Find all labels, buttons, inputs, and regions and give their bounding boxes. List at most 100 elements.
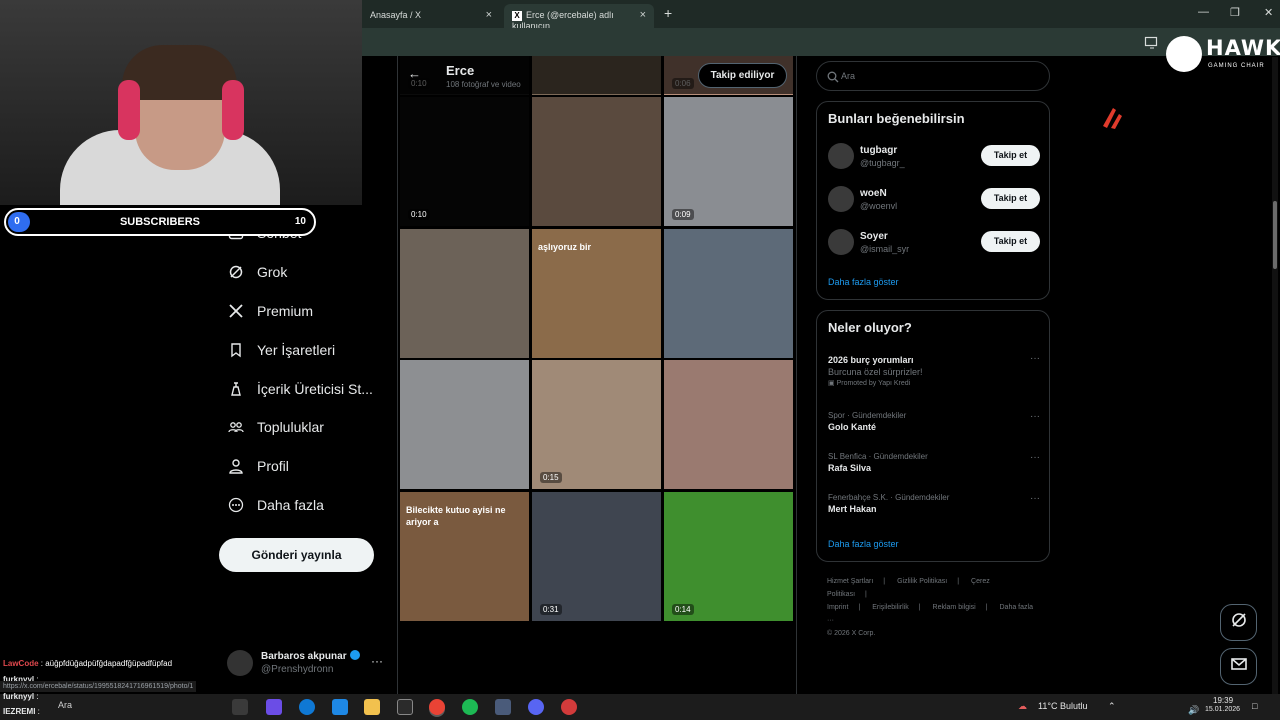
tray-chevron-icon[interactable]: ⌃ bbox=[1108, 701, 1116, 712]
trend-title: Golo Kanté bbox=[828, 422, 877, 432]
suggested-user[interactable]: Soyer @ismail_syr Takip et bbox=[828, 229, 1040, 259]
chat-username: LawCode bbox=[3, 659, 39, 668]
account-more-button[interactable]: ··· bbox=[371, 654, 383, 668]
nav-item-label: Yer İşaretleri bbox=[257, 342, 336, 358]
media-tile[interactable]: 0:14 bbox=[664, 492, 793, 621]
weather-text[interactable]: 11°C Bulutlu bbox=[1038, 701, 1087, 711]
follow-button[interactable]: Takip et bbox=[981, 145, 1040, 166]
nav-item-profile[interactable]: Profil bbox=[227, 455, 289, 477]
hawk-emblem-icon bbox=[1166, 36, 1202, 72]
weather-icon: ☁ bbox=[1018, 701, 1027, 711]
follow-button[interactable]: Takip et bbox=[981, 231, 1040, 252]
nav-item-grok[interactable]: Grok bbox=[227, 261, 287, 283]
footer-link-ads-info[interactable]: Reklam bilgisi bbox=[933, 604, 976, 611]
footer-link-privacy[interactable]: Gizlilik Politikası bbox=[897, 578, 947, 585]
promoted-row: ▣ Promoted by Yapı Kredi bbox=[828, 380, 911, 387]
minimize-button[interactable]: — bbox=[1198, 6, 1209, 18]
trend-item[interactable]: Fenerbahçe S.K. · Gündemdekiler Mert Hak… bbox=[828, 493, 1040, 514]
suggested-user[interactable]: tugbagr @tugbagr_ Takip et bbox=[828, 143, 1040, 173]
xbox-icon[interactable] bbox=[397, 699, 413, 715]
store-icon[interactable] bbox=[332, 699, 348, 715]
nav-item-label: Profil bbox=[257, 458, 289, 474]
nav-item-label: Daha fazla bbox=[257, 497, 324, 513]
spotify-icon[interactable] bbox=[462, 699, 478, 715]
media-tile[interactable]: 0:31 bbox=[532, 492, 661, 621]
search-icon bbox=[827, 70, 839, 83]
media-tile[interactable] bbox=[400, 229, 529, 358]
user-handle: @tugbagr_ bbox=[860, 158, 905, 168]
messages-fab-button[interactable] bbox=[1220, 648, 1257, 685]
media-tile[interactable]: 0:10 bbox=[400, 97, 529, 226]
clock-date[interactable]: 15.01.2026 bbox=[1205, 706, 1240, 713]
back-arrow-icon[interactable]: ← bbox=[408, 66, 421, 81]
file-explorer-icon[interactable] bbox=[364, 699, 380, 715]
trend-item[interactable]: Spor · Gündemdekiler Golo Kanté ··· bbox=[828, 411, 1040, 432]
headset-right bbox=[222, 80, 244, 140]
edge-icon[interactable] bbox=[299, 699, 315, 715]
footer-link-imprint[interactable]: Imprint bbox=[827, 604, 848, 611]
chat-username: furknyyl bbox=[3, 692, 35, 701]
media-tile[interactable] bbox=[532, 97, 661, 226]
media-tile[interactable] bbox=[664, 229, 793, 358]
tab-profile[interactable]: X Erce (@ercebale) adlı kullanıcın... × bbox=[504, 4, 654, 31]
post-button[interactable]: Gönderi yayınla bbox=[219, 538, 374, 572]
taskbar-search[interactable]: Ara bbox=[58, 700, 72, 710]
restore-button[interactable]: ❐ bbox=[1230, 6, 1240, 19]
nav-item-more[interactable]: Daha fazla bbox=[227, 494, 324, 516]
volume-icon[interactable]: 🔊 bbox=[1188, 705, 1199, 716]
media-tile[interactable]: Bilecikte kutuo ayisi ne ariyor a bbox=[400, 492, 529, 621]
new-tab-button[interactable]: + bbox=[664, 5, 672, 21]
tab-home[interactable]: Anasayfa / X × bbox=[362, 4, 500, 28]
tab-home-label: Anasayfa / X bbox=[370, 10, 422, 20]
trend-item[interactable]: SL Benfica · Gündemdekiler Rafa Silva ··… bbox=[828, 452, 1040, 473]
headset-left bbox=[118, 80, 140, 140]
webcam-feed bbox=[0, 0, 362, 205]
nav-item-bookmarks[interactable]: Yer İşaretleri bbox=[227, 339, 335, 361]
notifications-icon[interactable]: □ bbox=[1252, 701, 1257, 711]
screen-capture-icon[interactable] bbox=[1144, 35, 1158, 49]
avatar bbox=[828, 186, 854, 212]
account-name: Barbaros akpunar bbox=[261, 651, 347, 662]
trend-title: Mert Hakan bbox=[828, 504, 877, 514]
scrollbar-thumb[interactable] bbox=[1273, 201, 1277, 269]
media-tile[interactable]: 0:09 bbox=[664, 97, 793, 226]
nav-item-creator-studio[interactable]: İçerik Üreticisi St... bbox=[227, 378, 373, 400]
clock-time[interactable]: 19:39 bbox=[1213, 696, 1233, 705]
close-window-button[interactable]: ✕ bbox=[1264, 6, 1273, 19]
media-tile[interactable]: aşlıyoruz bir bbox=[532, 229, 661, 358]
nav-item-communities[interactable]: Topluluklar bbox=[227, 416, 324, 438]
close-tab-icon[interactable]: × bbox=[486, 9, 492, 21]
footer-link-accessibility[interactable]: Erişilebilirlik bbox=[872, 604, 909, 611]
task-view-icon[interactable] bbox=[232, 699, 248, 715]
grok-fab-button[interactable] bbox=[1220, 604, 1257, 641]
suggested-user[interactable]: woeN @woenvl Takip et bbox=[828, 186, 1040, 216]
account-switcher[interactable]: Barbaros akpunar @Prenshydronn ··· bbox=[227, 650, 387, 680]
trend-context: Fenerbahçe S.K. · Gündemdekiler bbox=[828, 493, 950, 502]
discord-icon[interactable] bbox=[528, 699, 544, 715]
trend-title: 2026 burç yorumları bbox=[828, 355, 914, 365]
chrome-icon[interactable] bbox=[429, 699, 445, 715]
media-tile[interactable] bbox=[664, 360, 793, 489]
bookmark-icon bbox=[227, 341, 245, 359]
trend-more-button[interactable]: ··· bbox=[1030, 452, 1040, 463]
nav-item-premium[interactable]: Premium bbox=[227, 300, 313, 322]
trend-more-button[interactable]: ··· bbox=[1030, 353, 1040, 364]
show-more-link[interactable]: Daha fazla göster bbox=[828, 277, 899, 287]
media-tile[interactable]: 0:15 bbox=[532, 360, 661, 489]
trend-more-button[interactable]: ··· bbox=[1030, 493, 1040, 504]
copilot-icon[interactable] bbox=[266, 699, 282, 715]
search-box[interactable]: Ara bbox=[816, 61, 1050, 91]
nav-item-label: Topluluklar bbox=[257, 419, 324, 435]
follow-button[interactable]: Takip et bbox=[981, 188, 1040, 209]
footer-link-terms[interactable]: Hizmet Şartları bbox=[827, 578, 873, 585]
trend-more-button[interactable]: ··· bbox=[1030, 411, 1040, 422]
app-icon[interactable] bbox=[495, 699, 511, 715]
following-button[interactable]: Takip ediliyor bbox=[698, 63, 787, 88]
media-tile[interactable] bbox=[400, 360, 529, 489]
footer-separator: | bbox=[957, 578, 960, 585]
obs-icon[interactable] bbox=[561, 699, 577, 715]
page-scrollbar[interactable] bbox=[1272, 57, 1278, 694]
close-tab-icon[interactable]: × bbox=[640, 9, 646, 21]
show-more-link[interactable]: Daha fazla göster bbox=[828, 539, 899, 549]
trend-item[interactable]: 2026 burç yorumları Burcuna özel sürpriz… bbox=[828, 353, 1040, 387]
